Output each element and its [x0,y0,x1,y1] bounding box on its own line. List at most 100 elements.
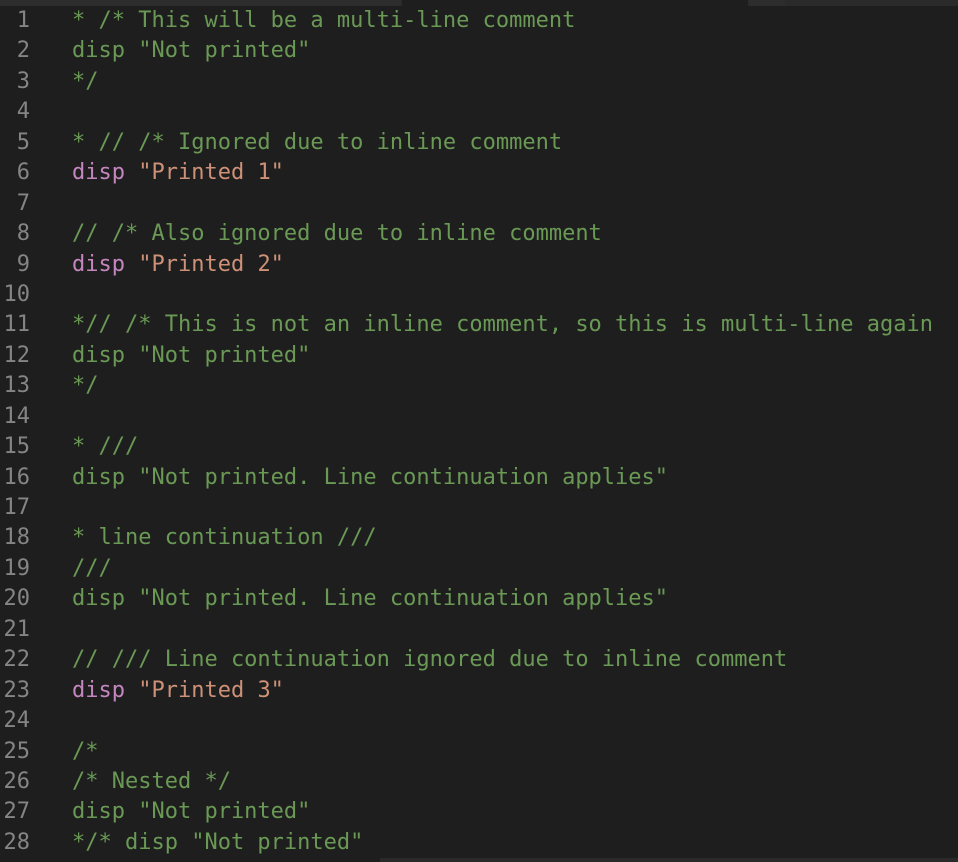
code-token-comment: disp "Not printed" [72,799,311,825]
code-line[interactable]: 1 * /* This will be a multi-line comment [0,6,958,36]
horizontal-scrollbar[interactable] [380,858,958,862]
code-token-comment: * line continuation /// [72,525,377,551]
code-token-keyword: disp [72,677,125,703]
code-token-comment: // /* Also ignored due to inline comment [72,221,602,247]
code-line[interactable]: 9 disp "Printed 2" [0,250,958,280]
line-content: disp "Not printed" [72,341,310,371]
code-line[interactable]: 28 */* disp "Not printed" [0,828,958,858]
code-line[interactable]: 20 disp "Not printed. Line continuation a… [0,584,958,614]
line-number: 25 [3,738,31,764]
code-token-keyword: disp [72,251,125,277]
line-content: disp "Printed 3" [72,676,284,706]
line-number: 19 [3,555,31,581]
line-number: 6 [16,160,30,186]
code-token-comment: /// [72,555,112,581]
line-content: disp "Printed 1" [72,158,284,188]
line-number: 13 [3,373,31,399]
code-line[interactable]: 23 disp "Printed 3" [0,676,958,706]
line-number: 26 [3,768,31,794]
line-number: 24 [3,708,31,734]
code-token-comment: disp "Not printed" [72,342,311,368]
line-number: 22 [3,647,31,673]
code-line[interactable]: 18 * line continuation /// [0,523,958,553]
line-content: * /* This will be a multi-line comment [72,6,575,36]
code-line[interactable]: 26 /* Nested */ [0,767,958,797]
line-content: disp "Not printed" [72,36,310,66]
line-number: 8 [16,221,30,247]
code-line[interactable]: 7 [0,189,958,219]
code-line[interactable]: 19 /// [0,554,958,584]
code-line[interactable]: 16 disp "Not printed. Line continuation a… [0,463,958,493]
code-line[interactable]: 11 *// /* This is not an inline comment, … [0,310,958,340]
line-number: 11 [3,312,31,338]
line-content: disp "Printed 2" [72,250,284,280]
code-token-comment: *// /* This is not an inline comment, so… [72,312,933,338]
code-token-comment: disp "Not printed. Line continuation app… [72,464,669,490]
line-number: 20 [3,586,31,612]
code-line[interactable]: 22 // /// Line continuation ignored due t… [0,645,958,675]
line-number: 2 [16,38,30,64]
code-line[interactable]: 5 * // /* Ignored due to inline comment [0,128,958,158]
code-line[interactable]: 8 // /* Also ignored due to inline commen… [0,219,958,249]
code-area[interactable]: 1 * /* This will be a multi-line comment 2… [0,6,958,858]
line-number: 18 [3,525,31,551]
code-token-keyword: disp [72,160,125,186]
code-token-comment: // /// Line continuation ignored due to … [72,647,788,673]
code-line[interactable]: 13 */ [0,371,958,401]
code-line[interactable]: 10 [0,280,958,310]
code-token-comment: */* disp "Not printed" [72,829,364,855]
line-content: * line continuation /// [72,523,377,553]
line-content: /// [72,554,112,584]
code-line[interactable]: 6 disp "Printed 1" [0,158,958,188]
code-token-comment: */ [72,68,99,94]
code-line[interactable]: 24 [0,706,958,736]
code-line[interactable]: 2 disp "Not printed" [0,36,958,66]
line-content: // /* Also ignored due to inline comment [72,219,602,249]
line-number: 12 [3,342,31,368]
line-content: // /// Line continuation ignored due to … [72,645,787,675]
line-number: 4 [16,99,30,125]
line-content: disp "Not printed" [72,797,310,827]
code-line[interactable]: 25 /* [0,737,958,767]
code-token-comment: * /// [72,434,139,460]
line-content: /* Nested */ [72,767,231,797]
code-line[interactable]: 3 */ [0,67,958,97]
code-token-string: "Printed 2" [138,251,284,277]
line-number: 28 [3,829,31,855]
line-number: 15 [3,434,31,460]
line-content: *// /* This is not an inline comment, so… [72,310,933,340]
code-token-comment: /* Nested */ [72,768,231,794]
line-content: */ [72,371,99,401]
line-content: disp "Not printed. Line continuation app… [72,584,668,614]
code-line[interactable]: 12 disp "Not printed" [0,341,958,371]
line-content: */ [72,67,99,97]
code-line[interactable]: 27 disp "Not printed" [0,797,958,827]
line-number: 7 [16,190,30,216]
code-token-comment: disp "Not printed" [72,38,311,64]
code-token-string: "Printed 3" [138,677,284,703]
line-number: 27 [3,799,31,825]
line-number: 10 [3,281,31,307]
code-token-comment: * /* This will be a multi-line comment [72,8,576,33]
line-number: 14 [3,403,31,429]
code-line[interactable]: 15 * /// [0,432,958,462]
code-token-comment: */ [72,373,99,399]
code-token-comment: /* [72,738,99,764]
line-number: 17 [3,495,31,520]
line-content: /* [72,737,99,767]
code-line[interactable]: 4 [0,97,958,127]
line-number: 16 [3,464,31,490]
code-line[interactable]: 21 [0,615,958,645]
line-number: 1 [16,8,30,33]
code-editor[interactable]: 1 * /* This will be a multi-line comment 2… [0,0,958,862]
line-content: * // /* Ignored due to inline comment [72,128,562,158]
line-content: */* disp "Not printed" [72,828,363,858]
code-token-comment: * // /* Ignored due to inline comment [72,129,563,155]
code-line[interactable]: 14 [0,402,958,432]
line-content: * /// [72,432,138,462]
line-number: 21 [3,616,31,642]
code-line[interactable]: 17 [0,493,958,523]
